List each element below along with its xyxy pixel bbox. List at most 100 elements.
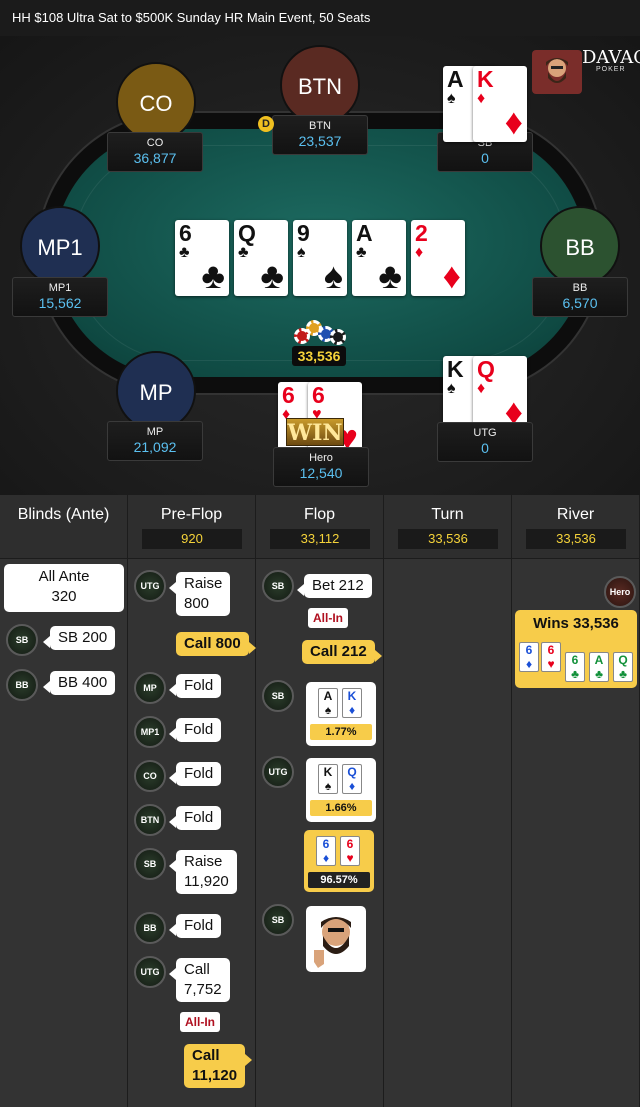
street-label: Turn	[431, 506, 464, 523]
action-text: Raise	[184, 575, 223, 592]
wins-label: Wins 33,536	[533, 615, 619, 632]
position-chip: UTG	[262, 756, 294, 788]
turn-column	[384, 559, 512, 1107]
position-chip: SB	[262, 570, 294, 602]
win-badge: WIN	[286, 418, 344, 446]
card-suit-icon: ♠	[324, 779, 332, 793]
action-bubble: BB 400	[42, 671, 116, 695]
seat-hero-plate: Hero 12,540	[273, 447, 369, 487]
street-pot: 33,536	[398, 529, 498, 549]
action-bubble: Fold	[168, 914, 222, 938]
action-bubble: Fold	[168, 762, 222, 786]
street-label: Blinds (Ante)	[17, 506, 110, 523]
street-header-preflop[interactable]: Pre-Flop 920	[128, 495, 256, 559]
card-rank: A	[447, 66, 464, 92]
mini-card: Q ♦	[342, 764, 362, 794]
action-text: Raise	[184, 853, 223, 870]
street-header-blinds[interactable]: Blinds (Ante)	[0, 495, 128, 559]
mini-card: 6 ♦	[519, 642, 539, 672]
street-label: Pre-Flop	[160, 506, 223, 523]
card-suit-icon: ♣	[571, 667, 579, 681]
action-bubble: Call 7,752	[169, 958, 230, 1002]
seat-mp1-plate: MP1 15,562	[12, 277, 108, 317]
position-chip: Hero	[604, 576, 636, 608]
card-suit-icon: ♣	[179, 244, 190, 261]
position-chip: CO	[134, 760, 166, 792]
position-chip: BB	[134, 912, 166, 944]
seat-stack: 23,537	[298, 133, 342, 149]
brand-logo-sub: POKER	[596, 66, 626, 73]
action-amount: 800	[184, 595, 210, 612]
board-card: 9 ♠ ♠	[293, 220, 347, 296]
board-card: A ♣ ♣	[352, 220, 406, 296]
mini-card: 6 ♦	[316, 836, 336, 866]
card-rank: K	[447, 356, 464, 382]
action-bubble: Fold	[168, 718, 222, 742]
thumbs-down-emote-icon	[314, 917, 351, 968]
action-text: Call	[184, 961, 210, 978]
position-chip: MP1	[134, 716, 166, 748]
card-suit-icon: ♦	[525, 657, 533, 671]
seat-name: MP	[146, 426, 164, 438]
card-rank: Q	[618, 653, 628, 667]
card-suit-icon: ♣	[201, 255, 225, 296]
sb-hole-card: K ♦ ♦	[473, 66, 527, 142]
seat-stack: 15,562	[38, 295, 82, 311]
seat-stack: 21,092	[133, 439, 177, 455]
ante-box: All Ante 320	[4, 564, 124, 612]
seat-stack: 36,877	[133, 150, 177, 166]
seat-stack: 12,540	[299, 465, 343, 481]
card-rank: K	[347, 689, 357, 703]
call-bubble: Call 800	[176, 632, 256, 656]
mini-card: K ♠	[318, 764, 338, 794]
card-suit-icon: ♣	[595, 667, 603, 681]
card-rank: A	[594, 653, 604, 667]
card-suit-icon: ♦	[322, 851, 330, 865]
position-chip: UTG	[134, 570, 166, 602]
board-card: 6 ♣ ♣	[175, 220, 229, 296]
seat-bb-avatar[interactable]: BB	[540, 206, 620, 286]
card-rank: 6	[282, 382, 295, 408]
street-label: Flop	[303, 506, 336, 523]
seat-name: CO	[146, 137, 164, 149]
card-suit-icon: ♠	[447, 90, 456, 107]
position-chip: SB	[134, 848, 166, 880]
seat-btn-avatar[interactable]: BTN	[280, 45, 360, 125]
equity-box-winner: 6 ♦ 6 ♥ 96.57%	[304, 830, 374, 892]
card-suit-icon: ♠	[297, 244, 306, 261]
card-rank: 6	[547, 643, 555, 657]
seat-name: BB	[572, 282, 588, 294]
seat-name: Hero	[309, 452, 333, 464]
equity-value: 1.77%	[310, 724, 372, 740]
seat-mp1-avatar[interactable]: MP1	[20, 206, 100, 286]
board-card: 2 ♦ ♦	[411, 220, 465, 296]
brand-logo-text: DAVAO	[582, 47, 640, 68]
card-rank: K	[323, 765, 333, 779]
card-suit-icon: ♦	[504, 101, 523, 142]
seat-co-avatar[interactable]: CO	[116, 62, 196, 142]
position-chip: BTN	[134, 804, 166, 836]
action-amount: 11,120	[192, 1067, 238, 1084]
action-bubble: SB 200	[42, 626, 116, 650]
call-bubble: Call 212	[302, 640, 382, 664]
card-suit-icon: ♣	[238, 244, 249, 261]
seat-name: BTN	[309, 120, 331, 132]
card-rank: 6	[322, 837, 330, 851]
street-header-river[interactable]: River 33,536	[512, 495, 640, 559]
seat-mp-avatar[interactable]: MP	[116, 351, 196, 431]
card-rank: 6	[525, 643, 533, 657]
mini-card: 6 ♣	[565, 652, 585, 682]
seat-utg-plate: UTG 0	[437, 422, 533, 462]
card-rank: Q	[238, 220, 256, 246]
street-pot: 920	[142, 529, 242, 549]
equity-box: A ♠ K ♦ 1.77%	[306, 682, 376, 746]
hand-history-title: HH $108 Ultra Sat to $500K Sunday HR Mai…	[0, 0, 640, 36]
street-header-flop[interactable]: Flop 33,112	[256, 495, 384, 559]
card-rank: Q	[477, 356, 495, 382]
card-suit-icon: ♠	[323, 255, 343, 296]
street-header-turn[interactable]: Turn 33,536	[384, 495, 512, 559]
action-text: Call	[192, 1047, 220, 1064]
mini-card: 6 ♥	[541, 642, 561, 672]
card-rank: 6	[571, 653, 579, 667]
card-suit-icon: ♦	[477, 90, 486, 107]
